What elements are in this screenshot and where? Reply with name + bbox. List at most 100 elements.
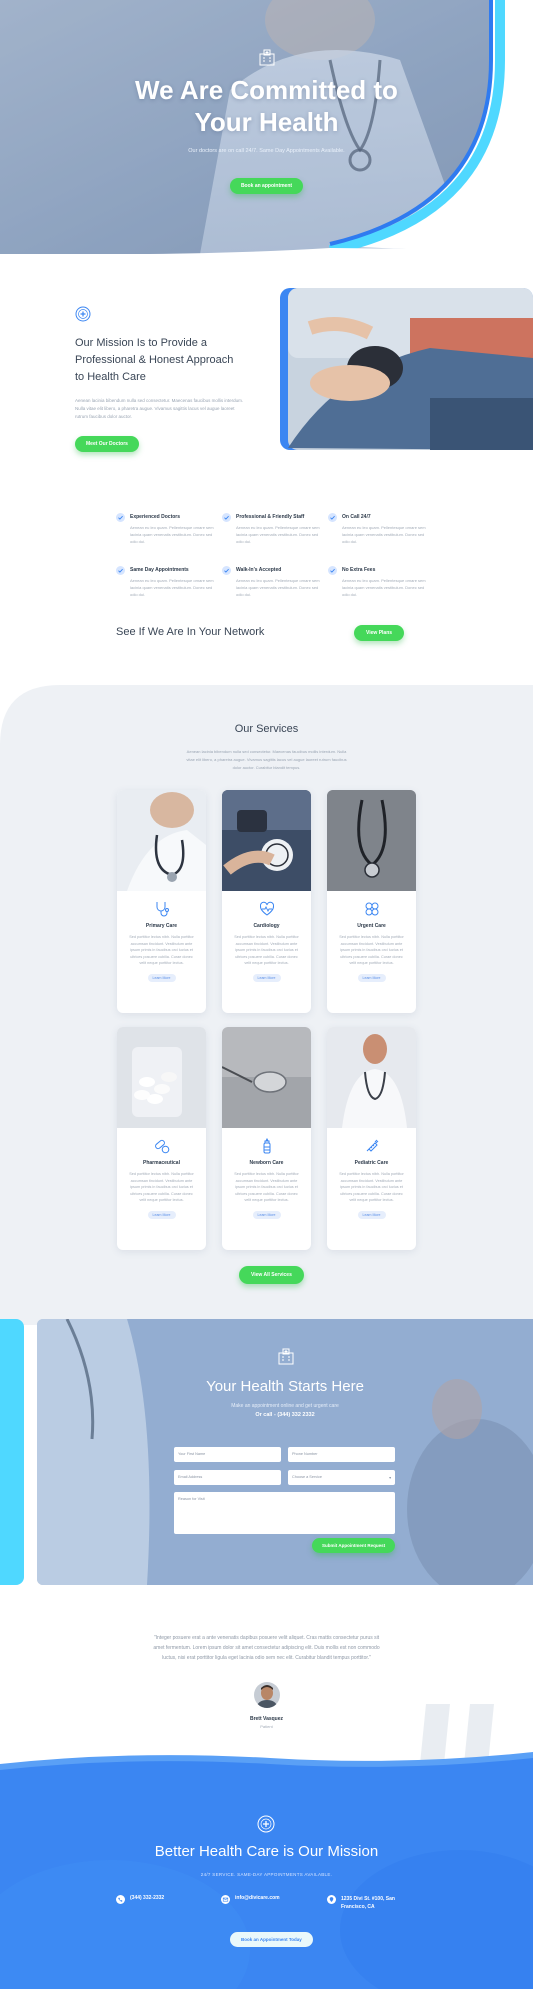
hero-section: We Are Committed to Your Health Our doct… [0,0,533,254]
service-text: Sed porttitor lectus nibh. Nulla porttit… [129,1172,194,1202]
footer-subtitle: 24/7 SERVICE. SAME-DAY APPOINTMENTS AVAI… [200,1872,333,1877]
appointment-section: Your Health Starts Here Make an appointm… [37,1319,533,1585]
learn-more-button[interactable]: Learn More [357,1210,386,1219]
footer-phone[interactable]: (344) 332-2332 [116,1895,164,1904]
blood-pressure-image [280,288,533,450]
email-icon [221,1895,230,1904]
baby-bottle-icon [259,1138,275,1154]
footer-title: Better Health Care is Our Mission [154,1843,379,1860]
footer-address: 1235 Divi St. #100, San Francisco, CA [327,1895,407,1911]
service-card-cardiology: Cardiology Sed porttitor lectus nibh. Nu… [222,790,311,1013]
syringe-icon [364,1138,380,1154]
phone-field[interactable]: Phone Number [288,1447,395,1462]
medical-cross-icon [257,1815,275,1833]
learn-more-button[interactable]: Learn More [147,973,176,982]
pills-icon [154,1138,170,1154]
hero-content: We Are Committed to Your Health Our doct… [0,48,533,194]
service-select-value: Choose a Service [292,1475,322,1479]
appointment-content: Your Health Starts Here Make an appointm… [37,1319,533,1585]
submit-appointment-button[interactable]: Submit Appointment Request [312,1538,396,1553]
mission-text: Aenean lacinia bibendum nulla sed consec… [75,398,244,419]
first-name-field[interactable]: Your First Name [174,1447,281,1462]
learn-more-button[interactable]: Learn More [147,1210,176,1219]
footer-email[interactable]: info@divicare.com [221,1895,280,1904]
view-plans-button[interactable]: View Plans [354,625,405,641]
footer-phone-text: (344) 332-2332 [130,1895,165,1901]
network-title: See If We Are In Your Network [116,626,265,638]
learn-more-button[interactable]: Learn More [357,973,386,982]
service-text: Sed porttitor lectus nibh. Nulla porttit… [234,935,299,965]
service-title: Pediatric Care [354,1160,389,1166]
appointment-phone: Or call - (344) 332 2332 [255,1412,315,1418]
appointment-title: Your Health Starts Here [206,1378,364,1395]
feature-text: Aenean eu leo quam. Pellentesque ornare … [236,578,320,597]
service-title: Pharmaceutical [143,1160,180,1166]
pills-image [117,1027,206,1128]
service-card-urgent-care: Urgent Care Sed porttitor lectus nibh. N… [327,790,416,1013]
doctor-stethoscope-image [117,790,206,891]
feature-title: Experienced Doctors [130,514,181,520]
check-icon [328,566,337,575]
medical-cross-icon [75,306,91,322]
testimonial-role: Patient [260,1724,273,1729]
service-card-primary-care: Primary Care Sed porttitor lectus nibh. … [117,790,206,1013]
service-text: Sed porttitor lectus nibh. Nulla porttit… [129,935,194,965]
services-text: Aenean lacinia bibendum nulla sed consec… [186,749,347,770]
view-all-services-button[interactable]: View All Services [239,1266,304,1284]
check-icon [222,513,231,522]
hero-title: We Are Committed to Your Health [135,75,398,137]
hero-subtitle: Our doctors are on call 24/7. Same Day A… [188,148,345,154]
learn-more-button[interactable]: Learn More [252,973,281,982]
check-icon [116,566,125,575]
book-appointment-button[interactable]: Book an appointment [229,178,304,194]
service-card-newborn-care: Newborn Care Sed porttitor lectus nibh. … [222,1027,311,1250]
stethoscope-chestpiece-image [222,1027,311,1128]
blood-pressure-image [222,790,311,891]
footer-email-text: info@divicare.com [235,1895,280,1901]
check-icon [222,566,231,575]
feature-title: Walk-In's Accepted [236,567,282,573]
page: We Are Committed to Your Health Our doct… [0,0,533,1989]
check-icon [116,513,125,522]
services-title: Our Services [234,723,299,735]
service-select[interactable]: Choose a Service ▾ [288,1470,395,1485]
feature-text: Aenean eu leo quam. Pellentesque ornare … [236,525,320,544]
service-title: Newborn Care [249,1160,284,1166]
stethoscope-image [327,790,416,891]
hospital-icon [258,48,276,66]
feature-title: Same Day Appointments [130,567,189,573]
book-appointment-today-button[interactable]: Book an Appointment Today [230,1932,313,1947]
feature-text: Aenean eu leo quam. Pellentesque ornare … [130,578,214,597]
learn-more-button[interactable]: Learn More [252,1210,281,1219]
service-title: Primary Care [145,923,178,929]
testimonial-author: Brett Vasquez [249,1716,284,1722]
service-title: Cardiology [253,923,280,929]
mission-title: Our Mission Is to Provide a Professional… [75,337,234,383]
feature-title: Professional & Friendly Staff [236,514,305,520]
feature-text: Aenean eu leo quam. Pellentesque ornare … [342,578,426,597]
stethoscope-icon [154,901,170,917]
avatar [254,1682,280,1708]
location-pin-icon [327,1895,336,1904]
check-icon [328,513,337,522]
feature-text: Aenean eu leo quam. Pellentesque ornare … [130,525,214,544]
email-field[interactable]: Email Address [174,1470,281,1485]
reason-textarea[interactable]: Reason for Visit [174,1492,395,1534]
feature-text: Aenean eu leo quam. Pellentesque ornare … [342,525,426,544]
cross-icon [364,901,380,917]
service-text: Sed porttitor lectus nibh. Nulla porttit… [234,1172,299,1202]
heart-pulse-icon [259,901,275,917]
service-card-pediatric-care: Pediatric Care Sed porttitor lectus nibh… [327,1027,416,1250]
service-title: Urgent Care [357,923,386,929]
doctor-portrait-image [327,1027,416,1128]
appointment-subtitle: Make an appointment online and get urgen… [231,1403,339,1409]
footer-background [0,1752,533,1989]
contact-accent-bar [0,1319,24,1585]
service-card-pharmaceutical: Pharmaceutical Sed porttitor lectus nibh… [117,1027,206,1250]
testimonial-quote: "Integer posuere erat a ante venenatis d… [153,1635,380,1661]
service-text: Sed porttitor lectus nibh. Nulla porttit… [339,1172,404,1202]
feature-title: No Extra Fees [342,567,376,573]
meet-doctors-button[interactable]: Meet Our Doctors [75,436,139,452]
chevron-down-icon: ▾ [389,1476,391,1480]
footer-address-text: 1235 Divi St. #100, San Francisco, CA [341,1896,395,1910]
